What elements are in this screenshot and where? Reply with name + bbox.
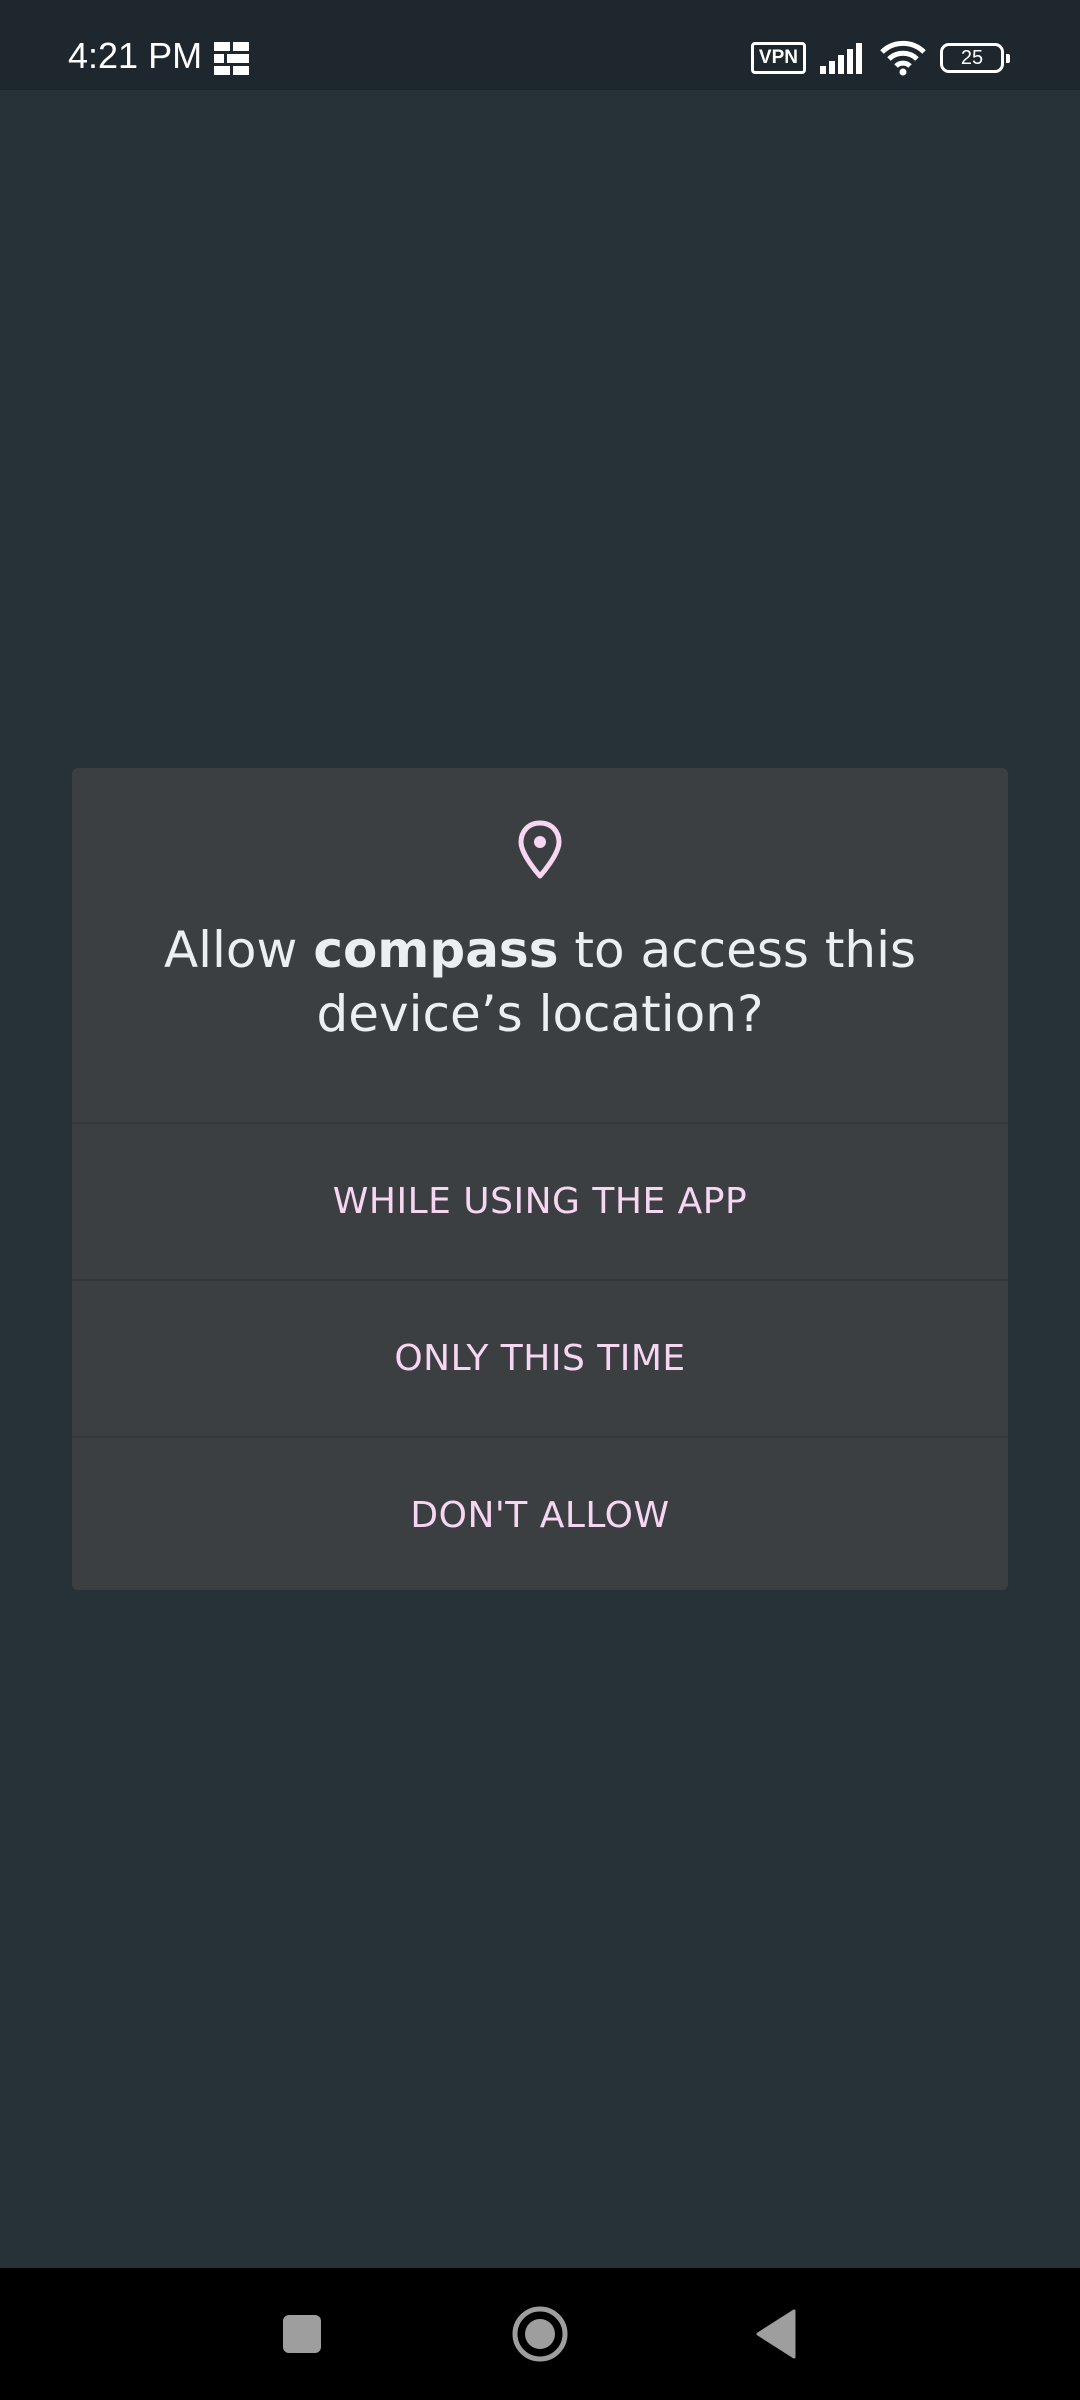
status-time: 4:21 PM xyxy=(68,35,203,76)
back-triangle-icon xyxy=(756,2309,796,2359)
title-prefix: Allow xyxy=(163,921,314,979)
title-app-name: compass xyxy=(313,921,559,979)
location-pin-icon xyxy=(518,820,562,879)
back-button[interactable] xyxy=(736,2268,816,2400)
dont-allow-button[interactable]: DON'T ALLOW xyxy=(72,1438,1008,1593)
dialog-header: Allow compass to access this device’s lo… xyxy=(72,768,1008,1122)
home-circle-icon xyxy=(512,2306,568,2362)
recents-square-icon xyxy=(283,2315,321,2353)
while-using-app-button[interactable]: WHILE USING THE APP xyxy=(72,1124,1008,1279)
location-permission-dialog: Allow compass to access this device’s lo… xyxy=(72,768,1008,1590)
home-button[interactable] xyxy=(500,2268,580,2400)
battery-level: 25 xyxy=(960,46,984,69)
navigation-bar xyxy=(0,2268,1080,2400)
status-bar: 4:21 PM VPN 25 xyxy=(0,0,1080,90)
status-icons: VPN 25 xyxy=(750,38,1010,78)
only-this-time-button[interactable]: ONLY THIS TIME xyxy=(72,1281,1008,1436)
vpn-icon: VPN xyxy=(750,42,806,74)
grid-notification-icon xyxy=(214,42,249,75)
battery-icon: 25 xyxy=(940,43,1010,73)
recents-button[interactable] xyxy=(262,2268,342,2400)
wifi-icon xyxy=(880,40,926,76)
signal-icon xyxy=(820,43,862,74)
dialog-title: Allow compass to access this device’s lo… xyxy=(132,918,948,1046)
